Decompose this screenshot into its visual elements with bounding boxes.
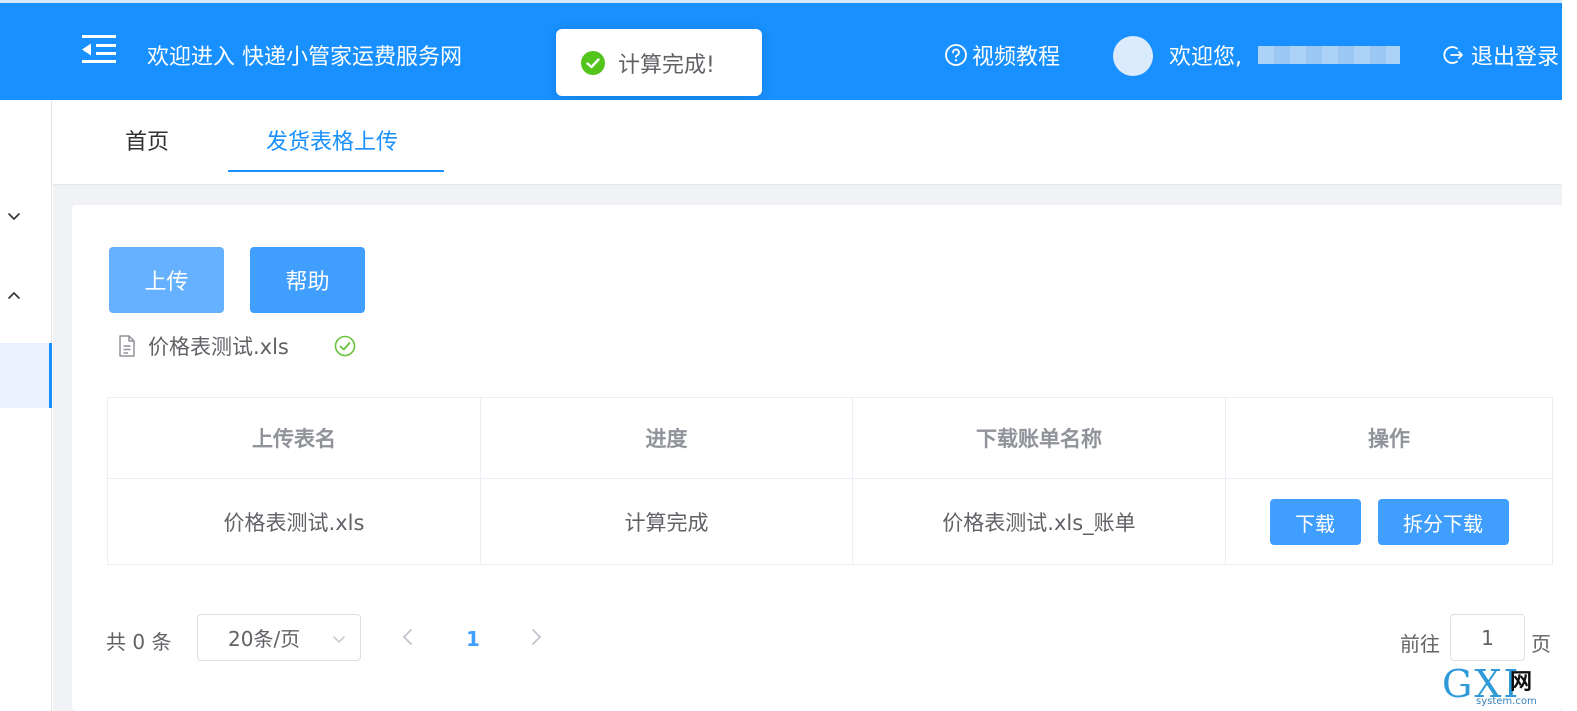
- success-toast: 计算完成!: [556, 29, 762, 96]
- uploaded-file-name: 价格表测试.xls: [148, 335, 289, 359]
- avatar[interactable]: [1113, 36, 1153, 76]
- top-header: 欢迎进入 快递小管家运费服务网 视频教程 欢迎您, 退出登录: [0, 0, 1562, 100]
- success-check-icon: [581, 50, 605, 75]
- column-header-actions: 操作: [1368, 427, 1410, 451]
- tab-home[interactable]: 首页: [125, 124, 169, 156]
- logout-icon: [1443, 46, 1463, 64]
- column-header-bill: 下载账单名称: [853, 398, 1226, 478]
- goto-page-input[interactable]: [1450, 614, 1525, 661]
- chevron-down-icon: [333, 636, 345, 644]
- page-number-current[interactable]: 1: [466, 627, 480, 651]
- menu-fold-icon[interactable]: [82, 33, 116, 65]
- uploaded-file-item[interactable]: 价格表测试.xls: [116, 330, 289, 362]
- chevron-down-icon[interactable]: [6, 208, 22, 224]
- goto-suffix: 页: [1531, 632, 1551, 656]
- page-size-select[interactable]: 20条/页: [197, 614, 361, 661]
- document-icon: [119, 335, 135, 357]
- sidebar: [0, 100, 52, 711]
- logout-button[interactable]: 退出登录: [1441, 39, 1559, 71]
- column-header-file: 上传表名: [108, 398, 481, 478]
- sidebar-item-active[interactable]: [0, 343, 52, 408]
- table-header-row: 上传表名 进度 下载账单名称 操作: [108, 398, 1552, 479]
- tab-shipment-upload[interactable]: 发货表格上传: [266, 124, 398, 156]
- table-row: 价格表测试.xls 计算完成 价格表测试.xls_账单 下载 拆分下载: [108, 479, 1552, 565]
- split-download-button[interactable]: 拆分下载: [1377, 499, 1509, 545]
- site-watermark: GXI 网 system.com: [1442, 662, 1564, 708]
- tab-bar: 首页 发货表格上传: [53, 100, 1562, 185]
- chevron-left-icon: [402, 629, 412, 645]
- upload-table: 上传表名 进度 下载账单名称 操作 价格表测试.xls 计算完成 价格表测试.x…: [107, 397, 1553, 565]
- prev-page-button[interactable]: [398, 626, 418, 652]
- cell-progress: 计算完成: [481, 479, 853, 565]
- video-tutorial-label: 视频教程: [972, 45, 1061, 70]
- toast-message: 计算完成!: [618, 52, 715, 78]
- column-header-progress: 进度: [481, 398, 853, 478]
- next-page-button[interactable]: [526, 626, 546, 652]
- cell-bill: 价格表测试.xls_账单: [853, 479, 1226, 565]
- upload-button[interactable]: 上传: [109, 247, 224, 313]
- question-circle-icon: [945, 44, 967, 66]
- cell-actions: 下载 拆分下载: [1226, 479, 1552, 565]
- watermark-url: system.com: [1476, 696, 1537, 707]
- active-tab-indicator: [228, 170, 444, 172]
- video-tutorial-link[interactable]: 视频教程: [944, 39, 1060, 71]
- help-button[interactable]: 帮助: [250, 247, 365, 313]
- goto-label: 前往: [1400, 632, 1440, 656]
- logout-label: 退出登录: [1471, 45, 1560, 70]
- chevron-up-icon[interactable]: [6, 288, 22, 304]
- page-size-value: 20条/页: [228, 627, 301, 651]
- chevron-right-icon: [532, 629, 542, 645]
- cell-file: 价格表测试.xls: [108, 479, 481, 565]
- welcome-text: 欢迎您,: [1169, 45, 1242, 70]
- watermark-net: 网: [1510, 670, 1533, 695]
- upload-success-icon: [334, 335, 356, 361]
- app-title: 欢迎进入 快递小管家运费服务网: [147, 45, 462, 70]
- download-button[interactable]: 下载: [1269, 499, 1361, 545]
- pagination-total: 共 0 条: [106, 630, 172, 654]
- username-redacted: [1258, 46, 1400, 64]
